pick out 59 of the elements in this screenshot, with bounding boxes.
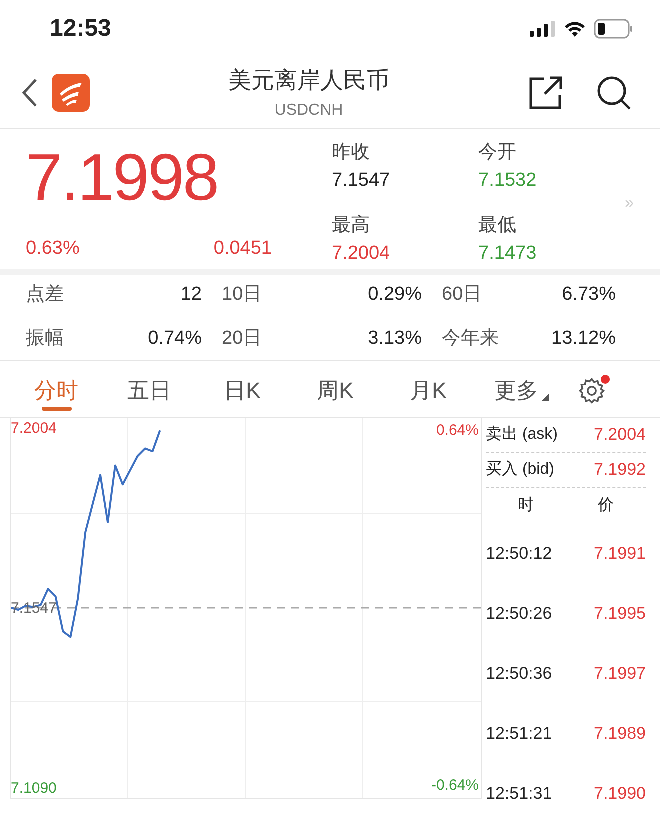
stat-value: 13.12%	[550, 327, 616, 352]
app-logo-icon	[52, 74, 90, 112]
quote-value: 7.2004	[332, 242, 392, 266]
quote-label: 今开	[478, 140, 518, 165]
trade-time: 12:51:21	[486, 723, 552, 746]
change-value: 0.0451	[214, 236, 272, 261]
chart-tab[interactable]: 日K	[196, 364, 289, 417]
trade-price: 7.1989	[594, 723, 646, 746]
status-time: 12:53	[50, 14, 112, 44]
search-button[interactable]	[596, 74, 632, 111]
quote-label: 最高	[332, 214, 371, 238]
trade-time: 12:50:12	[486, 543, 552, 566]
stat-label: 20日	[221, 327, 264, 352]
axis-label: 0.64%	[436, 421, 479, 441]
trade-price: 7.1995	[594, 603, 646, 626]
trade-time: 12:51:31	[486, 783, 552, 806]
change-percent: 0.63%	[26, 236, 80, 261]
page-title: 美元离岸人民币	[228, 66, 390, 95]
wifi-icon	[564, 20, 586, 37]
stat-value: 12	[180, 282, 202, 307]
trade-time: 12:50:26	[486, 603, 552, 626]
chart-tab[interactable]: 五日	[103, 364, 196, 417]
chart-tab[interactable]: 分时	[10, 364, 103, 417]
chart-tab[interactable]: 月K	[382, 364, 475, 417]
column-header: 时	[518, 496, 534, 516]
order-label: 买入 (bid)	[486, 460, 554, 480]
stat-label: 60日	[441, 282, 484, 307]
axis-label: 7.2004	[11, 418, 57, 439]
stat-label: 今年来	[441, 327, 500, 352]
stat-value: 0.29%	[367, 282, 422, 307]
chart-tab[interactable]: 更多	[475, 364, 568, 417]
quote-value: 7.1473	[478, 242, 538, 266]
order-price: 7.2004	[594, 424, 646, 446]
trade-time: 12:50:36	[486, 663, 552, 686]
quote-label: 最低	[478, 214, 518, 238]
tab-underline	[42, 407, 72, 411]
axis-label: 7.1090	[11, 779, 57, 800]
stat-label: 点差	[26, 282, 65, 307]
order-price: 7.1992	[594, 459, 646, 482]
axis-label: -0.64%	[431, 776, 479, 796]
trade-price: 7.1997	[594, 663, 646, 686]
stat-value: 6.73%	[561, 282, 616, 307]
stat-label: 10日	[221, 282, 264, 307]
quote-label: 昨收	[332, 140, 371, 165]
quote-value: 7.1547	[332, 169, 392, 194]
page-subtitle: USDCNH	[274, 101, 344, 122]
current-price: 7.1998	[26, 138, 219, 215]
stat-label: 振幅	[26, 327, 65, 352]
stat-value: 3.13%	[367, 327, 422, 352]
share-button[interactable]	[528, 74, 564, 111]
column-header: 价	[598, 496, 614, 516]
signal-icon	[530, 20, 556, 37]
chart-tab[interactable]: 周K	[289, 364, 382, 417]
trade-price: 7.1991	[594, 543, 646, 566]
quote-value: 7.1532	[478, 169, 538, 194]
stat-value: 0.74%	[147, 327, 202, 352]
order-label: 卖出 (ask)	[486, 424, 558, 445]
trade-price: 7.1990	[594, 783, 646, 806]
battery-icon	[594, 18, 634, 39]
